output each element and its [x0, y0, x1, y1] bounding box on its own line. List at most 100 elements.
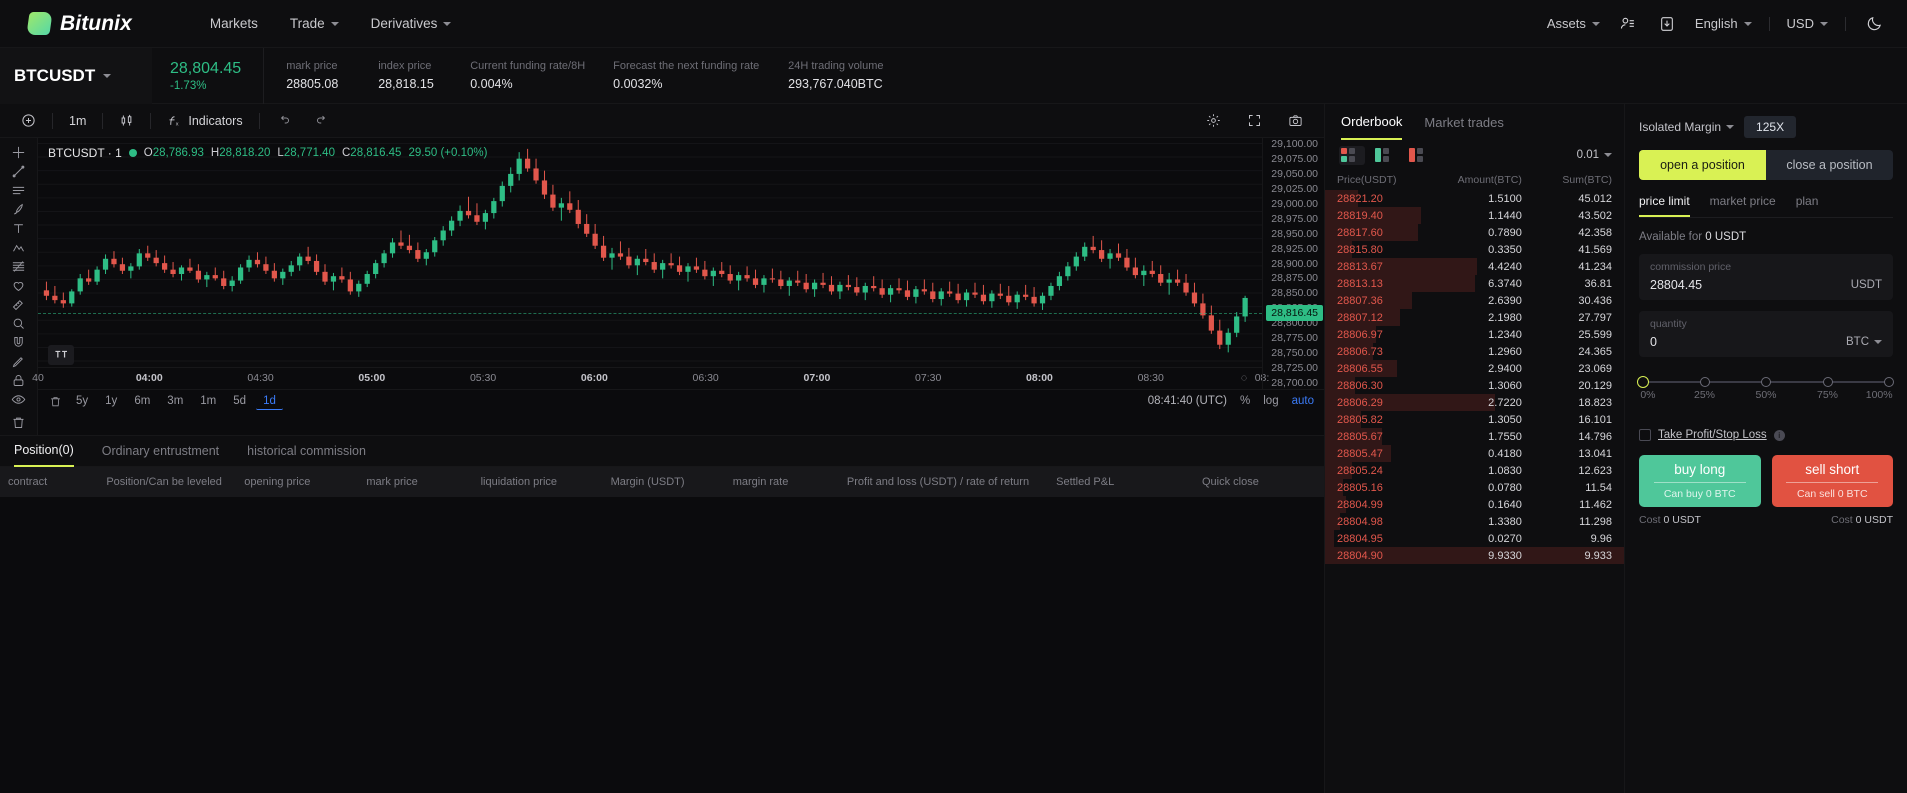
orderbook-row[interactable]: 28813.136.374036.81 [1325, 275, 1624, 292]
price-chart[interactable]: BTCUSDT · 1 O28,786.93 H28,818.20 L28,77… [38, 138, 1324, 435]
orderbook-row[interactable]: 28804.950.02709.96 [1325, 530, 1624, 547]
time-axis[interactable]: 4004:0004:3005:0005:3006:0006:3007:0007:… [38, 367, 1262, 389]
horizontal-lines-icon[interactable] [6, 183, 32, 198]
orderbook-row[interactable]: 28806.971.234025.599 [1325, 326, 1624, 343]
tradingview-badge[interactable] [48, 345, 74, 365]
user-list-icon[interactable] [1617, 13, 1639, 35]
slider-node-75[interactable] [1823, 377, 1833, 387]
pen-lock-icon[interactable] [6, 354, 32, 369]
buy-long-button[interactable]: buy long Can buy 0 BTC [1639, 455, 1761, 507]
download-icon[interactable] [1656, 13, 1678, 35]
nav-item-trade[interactable]: Trade [290, 16, 339, 31]
tab-market-price[interactable]: market price [1710, 194, 1776, 217]
moon-icon[interactable] [1863, 13, 1885, 35]
scale-auto-button[interactable]: auto [1292, 395, 1314, 407]
orderbook-row[interactable]: 28806.731.296024.365 [1325, 343, 1624, 360]
nav-item-derivatives[interactable]: Derivatives [371, 16, 452, 31]
tick-size-selector[interactable]: 0.01 [1577, 149, 1612, 161]
add-indicator-button[interactable] [10, 109, 47, 133]
tab-plan[interactable]: plan [1796, 194, 1819, 217]
range-3m[interactable]: 3m [160, 393, 190, 409]
redo-icon[interactable] [304, 109, 341, 133]
orderbook-row[interactable]: 28805.821.305016.101 [1325, 411, 1624, 428]
language-menu[interactable]: English [1695, 16, 1752, 31]
commission-price-field[interactable]: commission price 28804.45 USDT [1639, 254, 1893, 300]
orderbook-row[interactable]: 28804.990.164011.462 [1325, 496, 1624, 513]
orderbook-row[interactable]: 28817.600.789042.358 [1325, 224, 1624, 241]
range-5d[interactable]: 5d [226, 393, 253, 409]
orderbook-row[interactable]: 28807.122.198027.797 [1325, 309, 1624, 326]
zoom-icon[interactable] [6, 316, 32, 331]
interval-selector[interactable]: 1m [58, 109, 97, 133]
assets-menu[interactable]: Assets [1547, 16, 1600, 31]
info-icon[interactable]: i [1774, 430, 1785, 441]
orderbook-row[interactable]: 28805.160.078011.54 [1325, 479, 1624, 496]
brand-logo[interactable]: Bitunix [28, 12, 132, 36]
symbol-selector[interactable]: BTCUSDT [0, 48, 152, 104]
slider-node-50[interactable] [1761, 377, 1771, 387]
slider-node-25[interactable] [1700, 377, 1710, 387]
fullscreen-icon[interactable] [1236, 109, 1273, 133]
quantity-field[interactable]: quantity 0 BTC [1639, 311, 1893, 357]
brush-icon[interactable] [6, 202, 32, 217]
tab-position[interactable]: Position(0) [14, 435, 74, 467]
trash-icon[interactable] [44, 392, 66, 410]
orderbook-row[interactable]: 28815.800.335041.569 [1325, 241, 1624, 258]
slider-handle[interactable] [1637, 376, 1649, 388]
magnet-icon[interactable] [6, 335, 32, 350]
quantity-input[interactable]: 0 [1650, 335, 1846, 349]
nav-item-markets[interactable]: Markets [210, 16, 258, 31]
close-position-button[interactable]: close a position [1766, 150, 1893, 180]
tab-market-trades[interactable]: Market trades [1424, 104, 1503, 140]
indicators-button[interactable]: x Indicators [156, 109, 253, 133]
orderbook-row[interactable]: 28807.362.639030.436 [1325, 292, 1624, 309]
commission-price-input[interactable]: 28804.45 [1650, 278, 1851, 292]
tpsl-label[interactable]: Take Profit/Stop Loss [1658, 429, 1767, 441]
currency-menu[interactable]: USD [1787, 16, 1828, 31]
range-1m[interactable]: 1m [193, 393, 223, 409]
text-tool-icon[interactable] [6, 221, 32, 236]
measure-icon[interactable] [6, 297, 32, 312]
tab-ordinary-entrustment[interactable]: Ordinary entrustment [102, 435, 219, 467]
undo-icon[interactable] [265, 109, 302, 133]
amount-slider[interactable]: 0% 25% 50% 75% 100% [1643, 377, 1889, 403]
orderbook-row[interactable]: 28806.552.940023.069 [1325, 360, 1624, 377]
orderbook-row[interactable]: 28806.292.722018.823 [1325, 394, 1624, 411]
tab-price-limit[interactable]: price limit [1639, 194, 1690, 217]
view-mode-bids-icon[interactable] [1373, 146, 1399, 165]
margin-mode-selector[interactable]: Isolated Margin [1639, 120, 1734, 134]
orderbook-row[interactable]: 28813.674.424041.234 [1325, 258, 1624, 275]
open-position-button[interactable]: open a position [1639, 150, 1766, 180]
eye-icon[interactable] [6, 392, 32, 407]
orderbook-row[interactable]: 28805.241.083012.623 [1325, 462, 1624, 479]
range-1y[interactable]: 1y [98, 393, 124, 409]
orderbook-row[interactable]: 28806.301.306020.129 [1325, 377, 1624, 394]
quantity-unit-selector[interactable]: BTC [1846, 336, 1882, 348]
tab-orderbook[interactable]: Orderbook [1341, 104, 1402, 140]
range-1d[interactable]: 1d [256, 393, 283, 410]
scale-log-button[interactable]: log [1263, 395, 1278, 407]
price-axis[interactable]: 29,100.0029,075.0029,050.0029,025.0029,0… [1262, 138, 1324, 389]
tab-historical-commission[interactable]: historical commission [247, 435, 366, 467]
fib-retracement-icon[interactable] [6, 259, 32, 274]
pattern-icon[interactable] [6, 240, 32, 255]
orderbook-row[interactable]: 28821.201.510045.012 [1325, 190, 1624, 207]
favorite-icon[interactable] [6, 278, 32, 293]
orderbook-row[interactable]: 28805.671.755014.796 [1325, 428, 1624, 445]
tpsl-checkbox[interactable] [1639, 429, 1651, 441]
orderbook-row[interactable]: 28805.470.418013.041 [1325, 445, 1624, 462]
orderbook-row[interactable]: 28804.981.338011.298 [1325, 513, 1624, 530]
trash-icon[interactable] [6, 415, 32, 430]
trend-line-icon[interactable] [6, 164, 32, 179]
range-6m[interactable]: 6m [127, 393, 157, 409]
slider-node-100[interactable] [1884, 377, 1894, 387]
scale-percent-button[interactable]: % [1240, 395, 1250, 407]
lock-icon[interactable] [6, 373, 32, 388]
sell-short-button[interactable]: sell short Can sell 0 BTC [1772, 455, 1894, 507]
orderbook-row[interactable]: 28804.909.93309.933 [1325, 547, 1624, 564]
view-mode-both-icon[interactable] [1339, 146, 1365, 165]
orderbook-row[interactable]: 28819.401.144043.502 [1325, 207, 1624, 224]
leverage-selector[interactable]: 125X [1744, 116, 1796, 138]
settings-icon[interactable] [1195, 109, 1232, 133]
crosshair-icon[interactable] [6, 145, 32, 160]
